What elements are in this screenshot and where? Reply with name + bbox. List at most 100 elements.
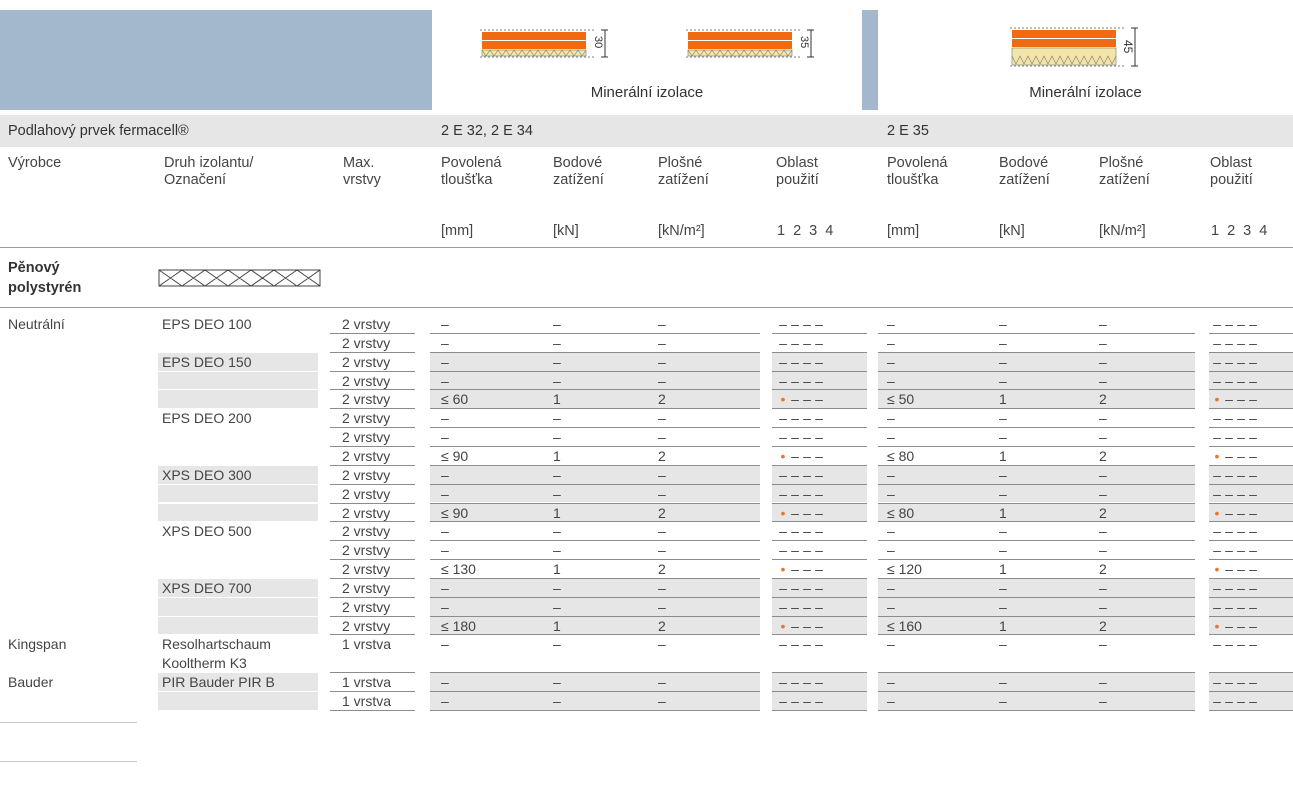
cell-area-load-2: – (1099, 636, 1107, 653)
cell-thickness-1: – (441, 353, 449, 370)
cell-point-load-1: – (553, 466, 561, 483)
cell-layers: 2 vrstvy (342, 466, 391, 483)
cell-thickness-2: ≤ 50 (887, 391, 915, 408)
cell-point-load-1: – (553, 579, 561, 596)
cell-layers: 1 vrstva (342, 674, 392, 691)
usage-area-2: • – – – (1214, 504, 1257, 521)
cell-point-load-1: 1 (553, 504, 561, 521)
cell-thickness-1: – (441, 674, 449, 691)
cell-point-load-2: – (999, 466, 1007, 483)
cell-thickness-2: – (887, 579, 895, 596)
cell-area-load-1: – (658, 598, 666, 615)
row-underline (430, 710, 541, 711)
usage-area-2: – – – – (1213, 485, 1257, 502)
cell-layers: 2 vrstvy (342, 561, 391, 578)
usage-area-1: – – – – (779, 636, 823, 653)
cell-type: Resolhartschaum (162, 636, 271, 653)
row-shade (158, 616, 318, 635)
category-line-2: polystyrén (8, 280, 82, 296)
usage-area-2: – – – – (1213, 579, 1257, 596)
cell-area-load-2: 2 (1099, 391, 1107, 408)
cell-point-load-1: 1 (553, 561, 561, 578)
cell-thickness-1: ≤ 180 (441, 617, 476, 634)
cell-area-load-1: – (658, 353, 666, 370)
cell-thickness-2: – (887, 372, 895, 389)
cell-thickness-2: – (887, 485, 895, 502)
cell-layers: 2 vrstvy (342, 523, 391, 540)
cell-point-load-2: – (999, 316, 1007, 332)
col-header-obl-1b: použití (776, 172, 819, 188)
col-header-bod-1b: zatížení (553, 172, 604, 188)
cell-point-load-1: – (553, 353, 561, 370)
cell-layers: 2 vrstvy (342, 429, 391, 446)
cell-area-load-2: 2 (1099, 561, 1107, 578)
cell-area-load-2: – (1099, 372, 1107, 389)
cell-point-load-2: – (999, 485, 1007, 502)
dim-label-45: 45 (1121, 40, 1135, 54)
foam-insulation-icon (158, 269, 321, 287)
cell-layers: 2 vrstvy (342, 485, 391, 502)
cell-thickness-1: – (441, 579, 449, 596)
cell-point-load-2: 1 (999, 561, 1007, 578)
cell-point-load-2: – (999, 353, 1007, 370)
cell-thickness-1: – (441, 429, 449, 446)
cell-type: XPS DEO 300 (162, 466, 252, 483)
row-underline (1209, 710, 1293, 711)
cell-area-load-2: – (1099, 466, 1107, 483)
cell-point-load-2: – (999, 636, 1007, 653)
cell-layers: 2 vrstvy (342, 598, 391, 615)
unit-knm2-1: [kN/m²] (658, 223, 705, 239)
unit-area-1: 1 2 3 4 (777, 223, 834, 239)
cell-area-load-1: 2 (658, 391, 666, 408)
col-header-plo-2a: Plošné (1099, 155, 1144, 171)
dim-label-30: 30 (592, 36, 604, 48)
usage-area-1: – – – – (779, 353, 823, 370)
cell-area-load-1: 2 (658, 561, 666, 578)
cell-area-load-2: – (1099, 598, 1107, 615)
row-shade (158, 390, 318, 409)
category-line-1: Pěnový (8, 260, 60, 276)
col-header-obl-2a: Oblast (1210, 155, 1252, 171)
floor-layer-diagram-30: 30 (480, 29, 608, 58)
unit-area-2: 1 2 3 4 (1211, 223, 1268, 239)
cell-thickness-1: ≤ 90 (441, 447, 469, 464)
cell-point-load-1: – (553, 429, 561, 446)
cell-thickness-2: – (887, 693, 895, 710)
cell-area-load-1: – (658, 636, 666, 653)
col-header-max-2: vrstvy (343, 172, 381, 188)
row-underline (772, 710, 867, 711)
dim-label-35: 35 (798, 36, 810, 48)
cell-point-load-2: – (999, 693, 1007, 710)
col-header-plo-1b: zatížení (658, 172, 709, 188)
cell-thickness-1: ≤ 90 (441, 504, 469, 521)
usage-area-1: – – – – (779, 598, 823, 615)
cell-type: XPS DEO 500 (162, 523, 252, 540)
cell-layers: 1 vrstva (342, 693, 392, 710)
usage-area-2: – – – – (1213, 674, 1257, 691)
row-shade (158, 371, 318, 390)
cell-area-load-2: – (1099, 353, 1107, 370)
cell-point-load-1: – (553, 316, 561, 332)
usage-area-2: • – – – (1214, 447, 1257, 464)
cell-point-load-1: – (553, 334, 561, 351)
cell-layers: 2 vrstvy (342, 410, 391, 427)
cell-area-load-2: – (1099, 693, 1107, 710)
floor-layer-diagram-35: 35 (686, 29, 814, 58)
cell-thickness-1: – (441, 316, 449, 332)
cell-thickness-2: – (887, 466, 895, 483)
cell-type: PIR Bauder PIR B (162, 674, 275, 691)
header-panel-1: 30 35 Minerální izolace (432, 10, 862, 110)
cell-point-load-1: 1 (553, 617, 561, 634)
cell-area-load-1: – (658, 485, 666, 502)
col-header-tl-1a: Povolená (441, 155, 502, 171)
cell-thickness-2: – (887, 598, 895, 615)
usage-area-2: – – – – (1213, 466, 1257, 483)
usage-area-1: – – – – (779, 523, 823, 540)
group-label-1: 2 E 32, 2 E 34 (441, 123, 533, 139)
unit-kn-1: [kN] (553, 223, 579, 239)
usage-area-1: – – – – (779, 485, 823, 502)
category-label: Pěnový polystyrén (8, 258, 81, 298)
cell-thickness-1: – (441, 542, 449, 559)
cell-layers: 2 vrstvy (342, 316, 391, 332)
row-shade (158, 484, 318, 503)
